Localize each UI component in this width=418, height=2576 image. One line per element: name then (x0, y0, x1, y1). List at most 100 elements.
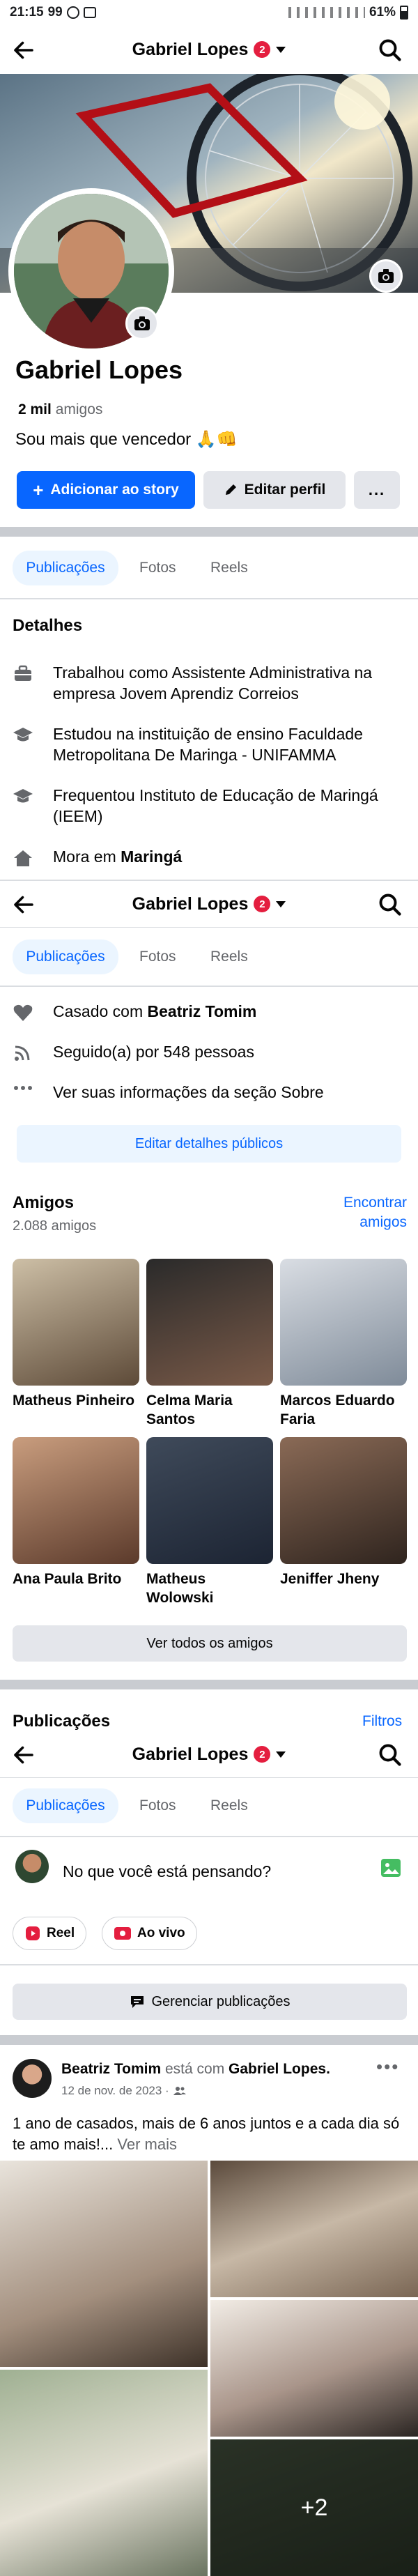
married-name[interactable]: Beatriz Tomim (148, 1002, 257, 1020)
more-photos-count: +2 (300, 2494, 328, 2521)
friends-count[interactable]: 2 mil amigos (18, 401, 102, 418)
lives-prefix: Mora em (53, 848, 121, 866)
see-more-link[interactable]: Ver mais (117, 2136, 177, 2153)
manage-posts-button[interactable]: Gerenciar publicações (13, 1984, 407, 2020)
chevron-down-icon (276, 1751, 286, 1758)
post-photo[interactable] (0, 2161, 208, 2367)
friend-card[interactable]: Celma Maria Santos (146, 1259, 273, 1429)
detail-about[interactable]: Ver suas informações da seção Sobre (11, 1082, 408, 1103)
friend-name: Jeniffer Jheny (280, 1571, 380, 1587)
friend-name: Celma Maria Santos (146, 1393, 233, 1427)
tab-label: Publicações (26, 560, 105, 576)
more-options-button[interactable]: ... (354, 471, 400, 509)
friends-total: 2.088 amigos (13, 1218, 97, 1234)
whatsapp-icon (66, 6, 79, 19)
post-meta: 12 de nov. de 2023 · (61, 2084, 186, 2098)
friend-card[interactable]: Marcos Eduardo Faria (280, 1259, 407, 1429)
top-app-bar-sticky: Gabriel Lopes 2 (0, 1731, 418, 1777)
live-label: Ao vivo (137, 1926, 185, 1940)
friend-photo (13, 1259, 139, 1386)
tab-fotos[interactable]: Fotos (139, 1788, 176, 1823)
composer-input[interactable]: No que você está pensando? (63, 1862, 271, 1881)
tab-label: Fotos (139, 949, 176, 965)
tab-fotos[interactable]: Fotos (139, 551, 176, 585)
tab-publicacoes[interactable]: Publicações (13, 1788, 118, 1823)
post-tagged[interactable]: Gabriel Lopes. (229, 2061, 330, 2077)
friend-photo (280, 1437, 407, 1564)
briefcase-icon (15, 665, 31, 681)
section-divider (0, 2035, 418, 2045)
tab-reels[interactable]: Reels (210, 551, 248, 585)
edit-cover-camera-icon[interactable] (369, 259, 403, 293)
friend-card[interactable]: Ana Paula Brito (13, 1437, 139, 1588)
post-photo[interactable] (0, 2370, 208, 2576)
find-friends-link[interactable]: Encontrar amigos (333, 1193, 407, 1232)
post-photo[interactable] (210, 2300, 418, 2437)
filters-link[interactable]: Filtros (362, 1713, 402, 1730)
post-photo[interactable] (210, 2161, 418, 2297)
profile-name: Gabriel Lopes (15, 355, 183, 384)
followers-text[interactable]: Seguido(a) por 548 pessoas (53, 1041, 254, 1062)
post-author[interactable]: Beatriz Tomim (61, 2061, 161, 2077)
section-divider (0, 527, 418, 537)
friend-card[interactable]: Jeniffer Jheny (280, 1437, 407, 1588)
photo-icon[interactable] (380, 1858, 401, 1878)
status-bar: 21:15 99 61% (0, 0, 418, 25)
edit-public-details-button[interactable]: Editar detalhes públicos (17, 1125, 401, 1163)
see-all-friends-button[interactable]: Ver todos os amigos (13, 1625, 407, 1662)
search-icon[interactable] (378, 1742, 403, 1768)
notification-count: 99 (47, 5, 63, 20)
reel-chip[interactable]: Reel (13, 1917, 87, 1950)
detail-education-text: Estudou na instituição de ensino Faculda… (53, 725, 363, 764)
live-chip[interactable]: Ao vivo (102, 1917, 197, 1950)
post-date: 12 de nov. de 2023 · (61, 2084, 169, 2097)
add-to-story-button[interactable]: + Adicionar ao story (17, 471, 195, 509)
header-title[interactable]: Gabriel Lopes 2 (0, 1731, 418, 1777)
edit-avatar-camera-icon[interactable] (125, 307, 159, 340)
edit-profile-button[interactable]: Editar perfil (203, 471, 346, 509)
detail-work-text: Trabalhou como Assistente Administrativa… (53, 664, 373, 703)
friend-name: Ana Paula Brito (13, 1571, 122, 1587)
tab-publicacoes[interactable]: Publicações (13, 940, 118, 974)
home-icon (14, 850, 32, 866)
divider-line (0, 598, 418, 599)
friend-name: Matheus Wolowski (146, 1571, 214, 1606)
notification-badge: 2 (254, 41, 271, 58)
tab-fotos[interactable]: Fotos (139, 940, 176, 974)
more-options-label: ... (368, 481, 386, 498)
tab-publicacoes[interactable]: Publicações (13, 551, 118, 585)
friend-card[interactable]: Matheus Wolowski (146, 1437, 273, 1607)
details-title: Detalhes (13, 616, 83, 635)
tab-label: Publicações (26, 1797, 105, 1814)
see-all-friends-label: Ver todos os amigos (146, 1635, 273, 1651)
search-icon[interactable] (378, 892, 403, 917)
composer-avatar[interactable] (15, 1850, 49, 1883)
status-time: 21:15 (10, 5, 44, 20)
friends-audience-icon (173, 2087, 186, 2095)
tab-reels[interactable]: Reels (210, 1788, 248, 1823)
divider-line (0, 1964, 418, 1965)
live-video-icon (114, 1927, 131, 1940)
post-author-avatar[interactable] (13, 2059, 52, 2098)
search-icon[interactable] (378, 38, 403, 63)
tab-reels[interactable]: Reels (210, 940, 248, 974)
tab-label: Reels (210, 1797, 248, 1814)
more-photos-overlay[interactable]: +2 (210, 2439, 418, 2576)
heart-icon (13, 1004, 33, 1021)
top-app-bar: Gabriel Lopes 2 (0, 25, 418, 74)
post-text: 1 ano de casados, mais de 6 anos juntos … (13, 2113, 407, 2155)
friend-card[interactable]: Matheus Pinheiro (13, 1259, 139, 1410)
gallery-icon (83, 7, 96, 18)
friends-title: Amigos (13, 1193, 75, 1212)
profile-bio: Sou mais que vencedor 🙏👊 (15, 430, 238, 449)
pencil-icon (225, 484, 236, 495)
post-options-icon[interactable]: ••• (376, 2056, 399, 2078)
notification-badge: 2 (254, 1746, 271, 1763)
friend-photo (146, 1437, 273, 1564)
friend-name: Marcos Eduardo Faria (280, 1393, 395, 1427)
header-title[interactable]: Gabriel Lopes 2 (0, 881, 418, 927)
friends-count-value: 2 mil (18, 401, 52, 417)
friend-name: Matheus Pinheiro (13, 1393, 135, 1409)
post-with-text: está com (164, 2061, 225, 2077)
header-title[interactable]: Gabriel Lopes 2 (0, 25, 418, 74)
